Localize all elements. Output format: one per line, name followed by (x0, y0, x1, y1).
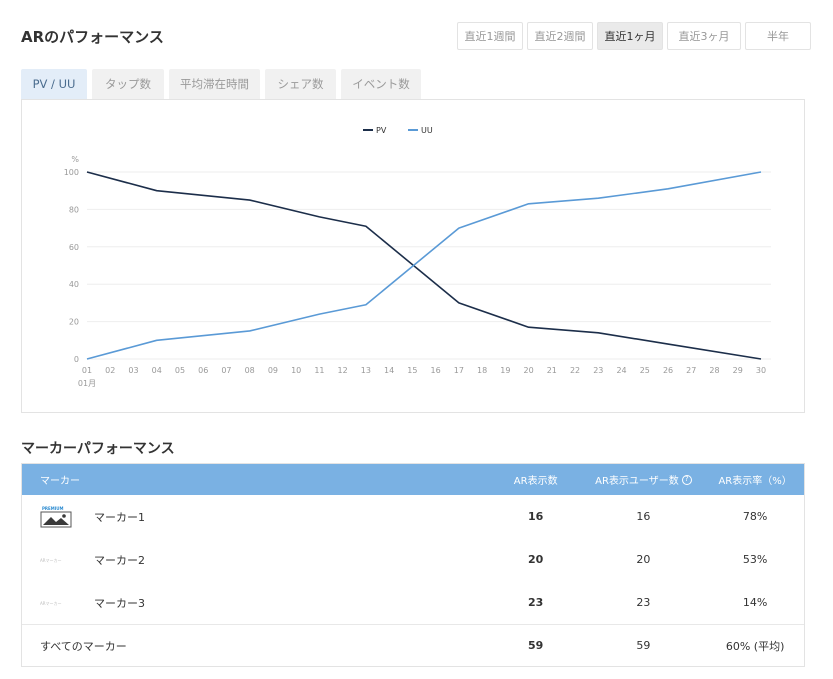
table-total-row: すべてのマーカー 59 59 60% (平均) (22, 624, 804, 666)
header-ar-rate: AR表示率（%） (718, 476, 792, 487)
marker-name: マーカー2 (94, 553, 145, 567)
x-tick-label: 03 (128, 366, 138, 375)
table-row[interactable]: ARマーカー マーカー2 20 20 53% (22, 538, 804, 581)
help-icon[interactable]: ? (681, 474, 692, 485)
placeholder-text: ARマーカー (40, 557, 62, 563)
x-tick-label: 02 (105, 366, 115, 375)
x-month-label: 01月 (78, 379, 96, 388)
tab-avg-stay-time[interactable]: 平均滞在時間 (169, 69, 260, 99)
table-row[interactable]: PREMIUM マーカー1 16 16 78% (22, 495, 804, 538)
range-button-1month[interactable]: 直近1ヶ月 (597, 22, 663, 50)
y-tick-label: 40 (69, 280, 79, 289)
table-header: マーカー AR表示数 AR表示ユーザー数 ? AR表示率（%） (22, 464, 804, 495)
total-ar-users: 59 (636, 639, 651, 652)
x-tick-label: 13 (361, 366, 371, 375)
date-range-selector: 直近1週間 直近2週間 直近1ヶ月 直近3ヶ月 半年 (457, 22, 811, 50)
ar-count: 23 (528, 596, 544, 609)
page-title: ARのパフォーマンス (21, 28, 164, 46)
x-tick-label: 18 (477, 366, 487, 375)
x-tick-label: 16 (431, 366, 441, 375)
header-ar-count: AR表示数 (513, 476, 558, 487)
total-ar-count: 59 (528, 639, 544, 652)
y-axis-label: % (71, 155, 79, 164)
header-ar-users: AR表示ユーザー数 ? (581, 472, 707, 487)
ar-count: 20 (528, 553, 544, 566)
premium-badge: PREMIUM (42, 505, 64, 511)
x-tick-label: 28 (709, 366, 719, 375)
y-tick-label: 0 (74, 355, 79, 364)
x-tick-label: 26 (663, 366, 673, 375)
metric-tabs: PV / UU タップ数 平均滞在時間 シェア数 イベント数 (21, 69, 421, 99)
range-button-2weeks[interactable]: 直近2週間 (527, 22, 593, 50)
x-tick-label: 30 (756, 366, 766, 375)
y-tick-label: 100 (64, 168, 79, 177)
x-tick-label: 01 (82, 366, 92, 375)
range-button-1week[interactable]: 直近1週間 (457, 22, 523, 50)
series-line-pv (86, 171, 762, 360)
placeholder-image: ARマーカー (40, 592, 72, 614)
header-ar-users-label: AR表示ユーザー数 (595, 476, 679, 487)
header-marker: マーカー (40, 476, 80, 487)
x-tick-label: 11 (314, 366, 324, 375)
x-tick-label: 05 (175, 366, 185, 375)
x-tick-label: 09 (268, 366, 278, 375)
ar-users: 16 (636, 510, 651, 523)
x-tick-label: 06 (198, 366, 208, 375)
x-tick-label: 25 (640, 366, 650, 375)
x-tick-label: 15 (407, 366, 417, 375)
ar-rate: 78% (742, 510, 768, 523)
ar-rate: 14% (742, 596, 768, 609)
tab-share-count[interactable]: シェア数 (265, 69, 336, 99)
tab-pv-uu[interactable]: PV / UU (21, 69, 87, 99)
placeholder-text: ARマーカー (40, 600, 62, 606)
legend-label: UU (421, 126, 433, 135)
tab-tap-count[interactable]: タップ数 (92, 69, 164, 99)
x-tick-label: 19 (500, 366, 510, 375)
table-row[interactable]: ARマーカー マーカー3 23 23 14% (22, 581, 804, 624)
premium-image-icon: PREMIUM (40, 506, 72, 528)
x-tick-label: 10 (291, 366, 301, 375)
x-tick-label: 08 (245, 366, 255, 375)
x-tick-label: 20 (523, 366, 533, 375)
marker-table: マーカー AR表示数 AR表示ユーザー数 ? AR表示率（%） PREMIUM … (21, 463, 805, 667)
range-button-3months[interactable]: 直近3ヶ月 (667, 22, 741, 50)
marker-name: マーカー1 (94, 510, 145, 524)
ar-count: 16 (528, 510, 544, 523)
marker-name: マーカー3 (94, 596, 145, 610)
ar-rate: 53% (742, 553, 768, 566)
total-label: すべてのマーカー (40, 639, 127, 653)
x-tick-label: 27 (686, 366, 696, 375)
placeholder-image: ARマーカー (40, 549, 72, 571)
y-tick-label: 60 (69, 243, 79, 252)
range-button-half-year[interactable]: 半年 (745, 22, 811, 50)
pv-uu-chart: 0 20 40 60 80 100% 01 02 03 04 05 06 07 08 09 10 11 12 13 1… (21, 99, 805, 413)
x-tick-label: 23 (593, 366, 603, 375)
x-tick-label: 24 (616, 366, 626, 375)
x-tick-label: 17 (454, 366, 464, 375)
x-tick-label: 29 (733, 366, 743, 375)
marker-section-title: マーカーパフォーマンス (21, 441, 175, 457)
x-tick-label: 22 (570, 366, 580, 375)
tab-event-count[interactable]: イベント数 (341, 69, 421, 99)
x-tick-label: 12 (338, 366, 348, 375)
x-tick-label: 04 (152, 366, 162, 375)
x-tick-label: 07 (221, 366, 231, 375)
x-tick-label: 14 (384, 366, 394, 375)
series-line-uu (86, 171, 762, 360)
ar-users: 23 (636, 596, 651, 609)
total-ar-rate: 60% (平均) (725, 639, 785, 653)
y-tick-label: 80 (69, 205, 79, 214)
x-tick-label: 21 (547, 366, 557, 375)
legend-label: PV (376, 126, 387, 135)
ar-users: 20 (636, 553, 651, 566)
line-chart: 0 20 40 60 80 100% 01 02 03 04 05 06 07 08 09 10 11 12 13 1… (64, 126, 771, 388)
y-tick-label: 20 (69, 318, 79, 327)
